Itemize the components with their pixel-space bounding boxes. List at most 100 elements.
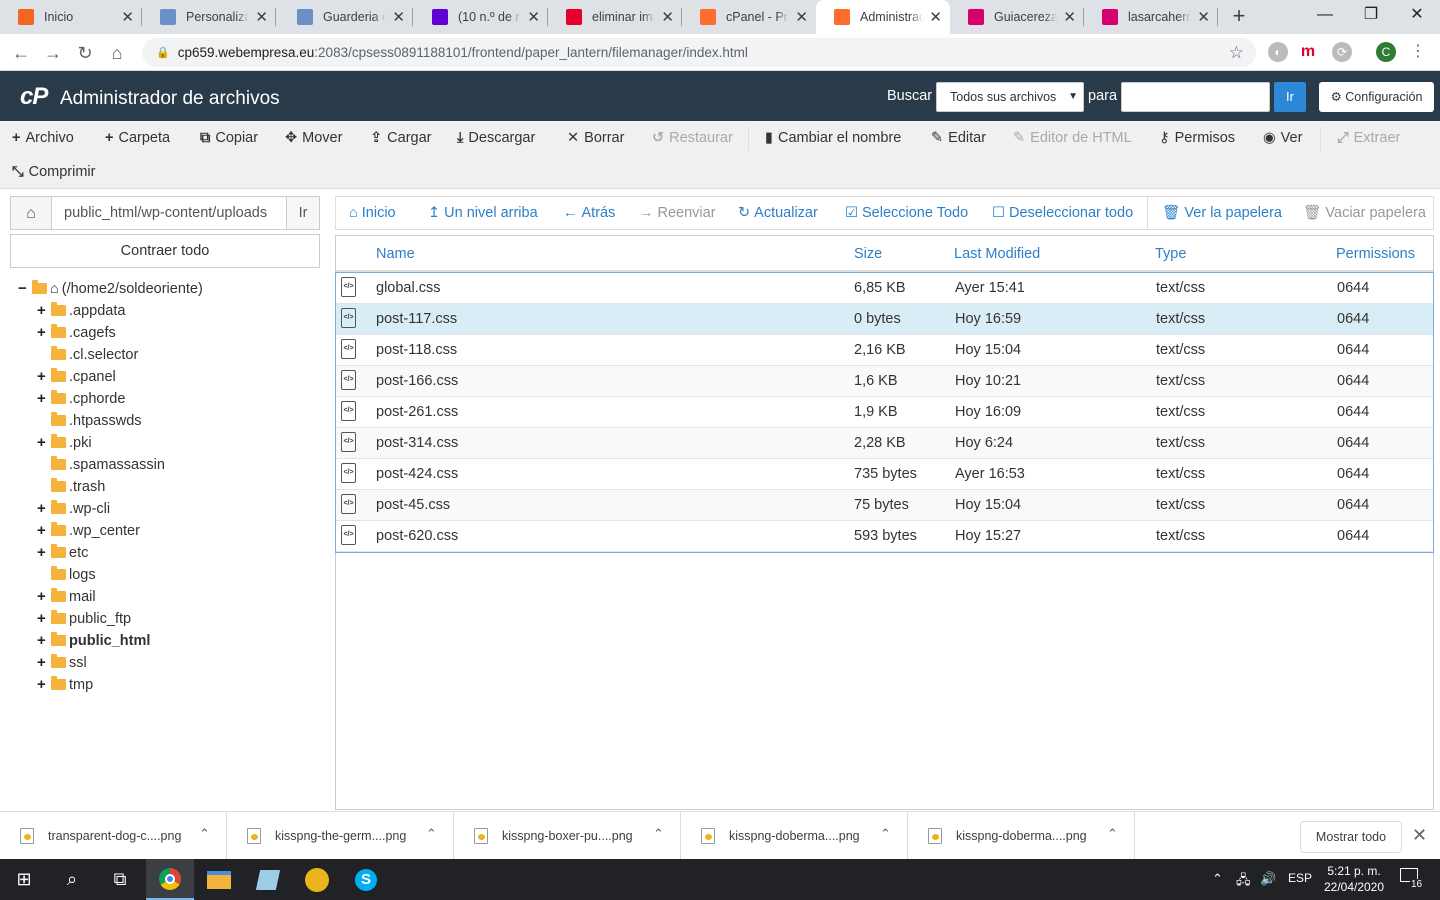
language-indicator[interactable]: ESP [1288,871,1312,885]
move-button[interactable]: ✥ Mover [285,121,342,155]
expand-icon[interactable]: + [37,652,51,674]
expand-icon[interactable]: + [37,432,51,454]
path-go-button[interactable]: Ir [286,196,320,230]
copy-button[interactable]: ⧉ Copiar [200,121,258,155]
expand-icon[interactable]: + [37,388,51,410]
extension-m-icon[interactable]: m [1298,42,1318,62]
download-item[interactable]: kisspng-the-germ....png ⌃ [227,812,454,860]
expand-icon[interactable]: + [37,498,51,520]
download-button[interactable]: ⤓ Descargar [457,121,535,155]
chevron-up-icon[interactable]: ⌃ [426,826,437,842]
browser-tab[interactable]: cPanel - Princ ✕ [682,0,816,34]
tab-close-icon[interactable]: ✕ [929,8,942,26]
tree-folder[interactable]: + ssl [37,652,87,674]
column-header-last-modified[interactable]: Last Modified [954,246,1040,262]
browser-tab[interactable]: (10 n.º de no ✕ [414,0,548,34]
expand-icon[interactable]: + [37,630,51,652]
tab-close-icon[interactable]: ✕ [392,8,405,26]
browser-tab[interactable]: Personalizar ✕ [142,0,276,34]
tree-folder[interactable]: .htpasswds [37,410,142,432]
chevron-up-icon[interactable]: ⌃ [1212,871,1223,887]
tree-folder[interactable]: + tmp [37,674,93,696]
up-level-button[interactable]: ↥ Un nivel arriba [428,197,538,229]
bookmark-star-icon[interactable]: ☆ [1229,43,1244,63]
search-scope-select[interactable]: Todos sus archivos ▼ [936,82,1084,112]
clock[interactable]: 5:21 p. m. 22/04/2020 [1316,863,1392,895]
tree-folder[interactable]: .cl.selector [37,344,138,366]
browser-back-icon[interactable]: ← [8,40,34,66]
network-icon[interactable]: 🖧 [1236,871,1251,893]
tree-folder[interactable]: logs [37,564,96,586]
collapse-icon[interactable]: − [18,278,32,300]
window-close-button[interactable]: ✕ [1394,0,1440,32]
new-file-button[interactable]: + Archivo [12,121,74,155]
profile-avatar[interactable]: C [1376,42,1396,62]
nav-home-button[interactable]: ⌂ Inicio [349,197,396,229]
chevron-up-icon[interactable]: ⌃ [653,826,664,842]
chevron-up-icon[interactable]: ⌃ [1107,826,1118,842]
view-button[interactable]: ◉ Ver [1263,121,1302,155]
search-go-button[interactable]: Ir [1274,82,1306,112]
tab-close-icon[interactable]: ✕ [661,8,674,26]
volume-icon[interactable]: 🔊 [1260,871,1276,887]
path-input[interactable]: public_html/wp-content/uploads [51,196,287,230]
compress-button[interactable]: ⤡ Comprimir [12,155,95,189]
view-trash-button[interactable]: 🗑 Ver la papelera [1162,197,1282,229]
chevron-up-icon[interactable]: ⌃ [880,826,891,842]
download-item[interactable]: kisspng-doberma....png ⌃ [908,812,1135,860]
browser-tab[interactable]: Inicio ✕ [0,0,142,34]
url-bar[interactable]: 🔒 cp659.webempresa.eu:2083/cpsess0891188… [142,38,1256,67]
file-explorer-icon[interactable] [195,859,243,900]
column-header-permissions[interactable]: Permissions [1336,246,1415,262]
tree-folder[interactable]: + .cpanel [37,366,116,388]
collapse-all-button[interactable]: Contraer todo [10,234,320,268]
tree-folder[interactable]: + .cphorde [37,388,125,410]
expand-icon[interactable]: + [37,674,51,696]
deselect-all-button[interactable]: ☐ Deseleccionar todo [992,197,1133,229]
skype-icon[interactable]: S [342,859,390,900]
tab-close-icon[interactable]: ✕ [255,8,268,26]
tree-folder[interactable]: + .appdata [37,300,125,322]
browser-tab[interactable]: eliminar imag ✕ [548,0,682,34]
expand-icon[interactable]: + [37,586,51,608]
tree-folder[interactable]: .trash [37,476,105,498]
refresh-button[interactable]: ↻ Actualizar [738,197,818,229]
tree-folder[interactable]: + public_ftp [37,608,131,630]
browser-forward-icon[interactable]: → [40,40,66,66]
close-downloads-icon[interactable]: ✕ [1412,825,1427,846]
tree-folder[interactable]: + .pki [37,432,92,454]
tree-folder[interactable]: .spamassassin [37,454,165,476]
upload-button[interactable]: ⇪ Cargar [370,121,431,155]
tree-root[interactable]: − ⌂ (/home2/soldeoriente) [18,278,203,300]
browser-tab[interactable]: Guiacereza.c ✕ [950,0,1084,34]
search-input[interactable] [1121,82,1270,112]
expand-icon[interactable]: + [37,322,51,344]
expand-icon[interactable]: + [37,608,51,630]
tab-close-icon[interactable]: ✕ [795,8,808,26]
tree-folder[interactable]: + .wp_center [37,520,140,542]
tab-close-icon[interactable]: ✕ [121,8,134,26]
column-header-size[interactable]: Size [854,246,882,262]
browser-tab[interactable]: Guarderia ca ✕ [279,0,413,34]
notifications-icon[interactable]: 16 [1400,868,1424,890]
column-header-type[interactable]: Type [1155,246,1186,262]
expand-icon[interactable]: + [37,542,51,564]
chevron-up-icon[interactable]: ⌃ [199,826,210,842]
tree-folder[interactable]: + public_html [37,630,150,652]
new-tab-button[interactable]: + [1226,4,1252,30]
permissions-button[interactable]: ⚷ Permisos [1159,121,1235,155]
tree-folder[interactable]: + .cagefs [37,322,116,344]
expand-icon[interactable]: + [37,366,51,388]
chrome-taskbar-icon[interactable] [146,859,194,900]
task-view-icon[interactable]: ⧉ [96,859,144,900]
show-all-downloads-button[interactable]: Mostrar todo [1300,821,1402,853]
browser-tab[interactable]: Administrado ✕ [816,0,950,34]
tree-folder[interactable]: + mail [37,586,96,608]
new-folder-button[interactable]: + Carpeta [105,121,170,155]
back-button[interactable]: ← Atrás [563,197,615,229]
windows-start-icon[interactable]: ⊞ [0,859,48,900]
tab-close-icon[interactable]: ✕ [1197,8,1210,26]
download-item[interactable]: kisspng-doberma....png ⌃ [681,812,908,860]
maximize-button[interactable]: ❐ [1348,0,1394,32]
app-taskbar-icon[interactable] [293,859,341,900]
